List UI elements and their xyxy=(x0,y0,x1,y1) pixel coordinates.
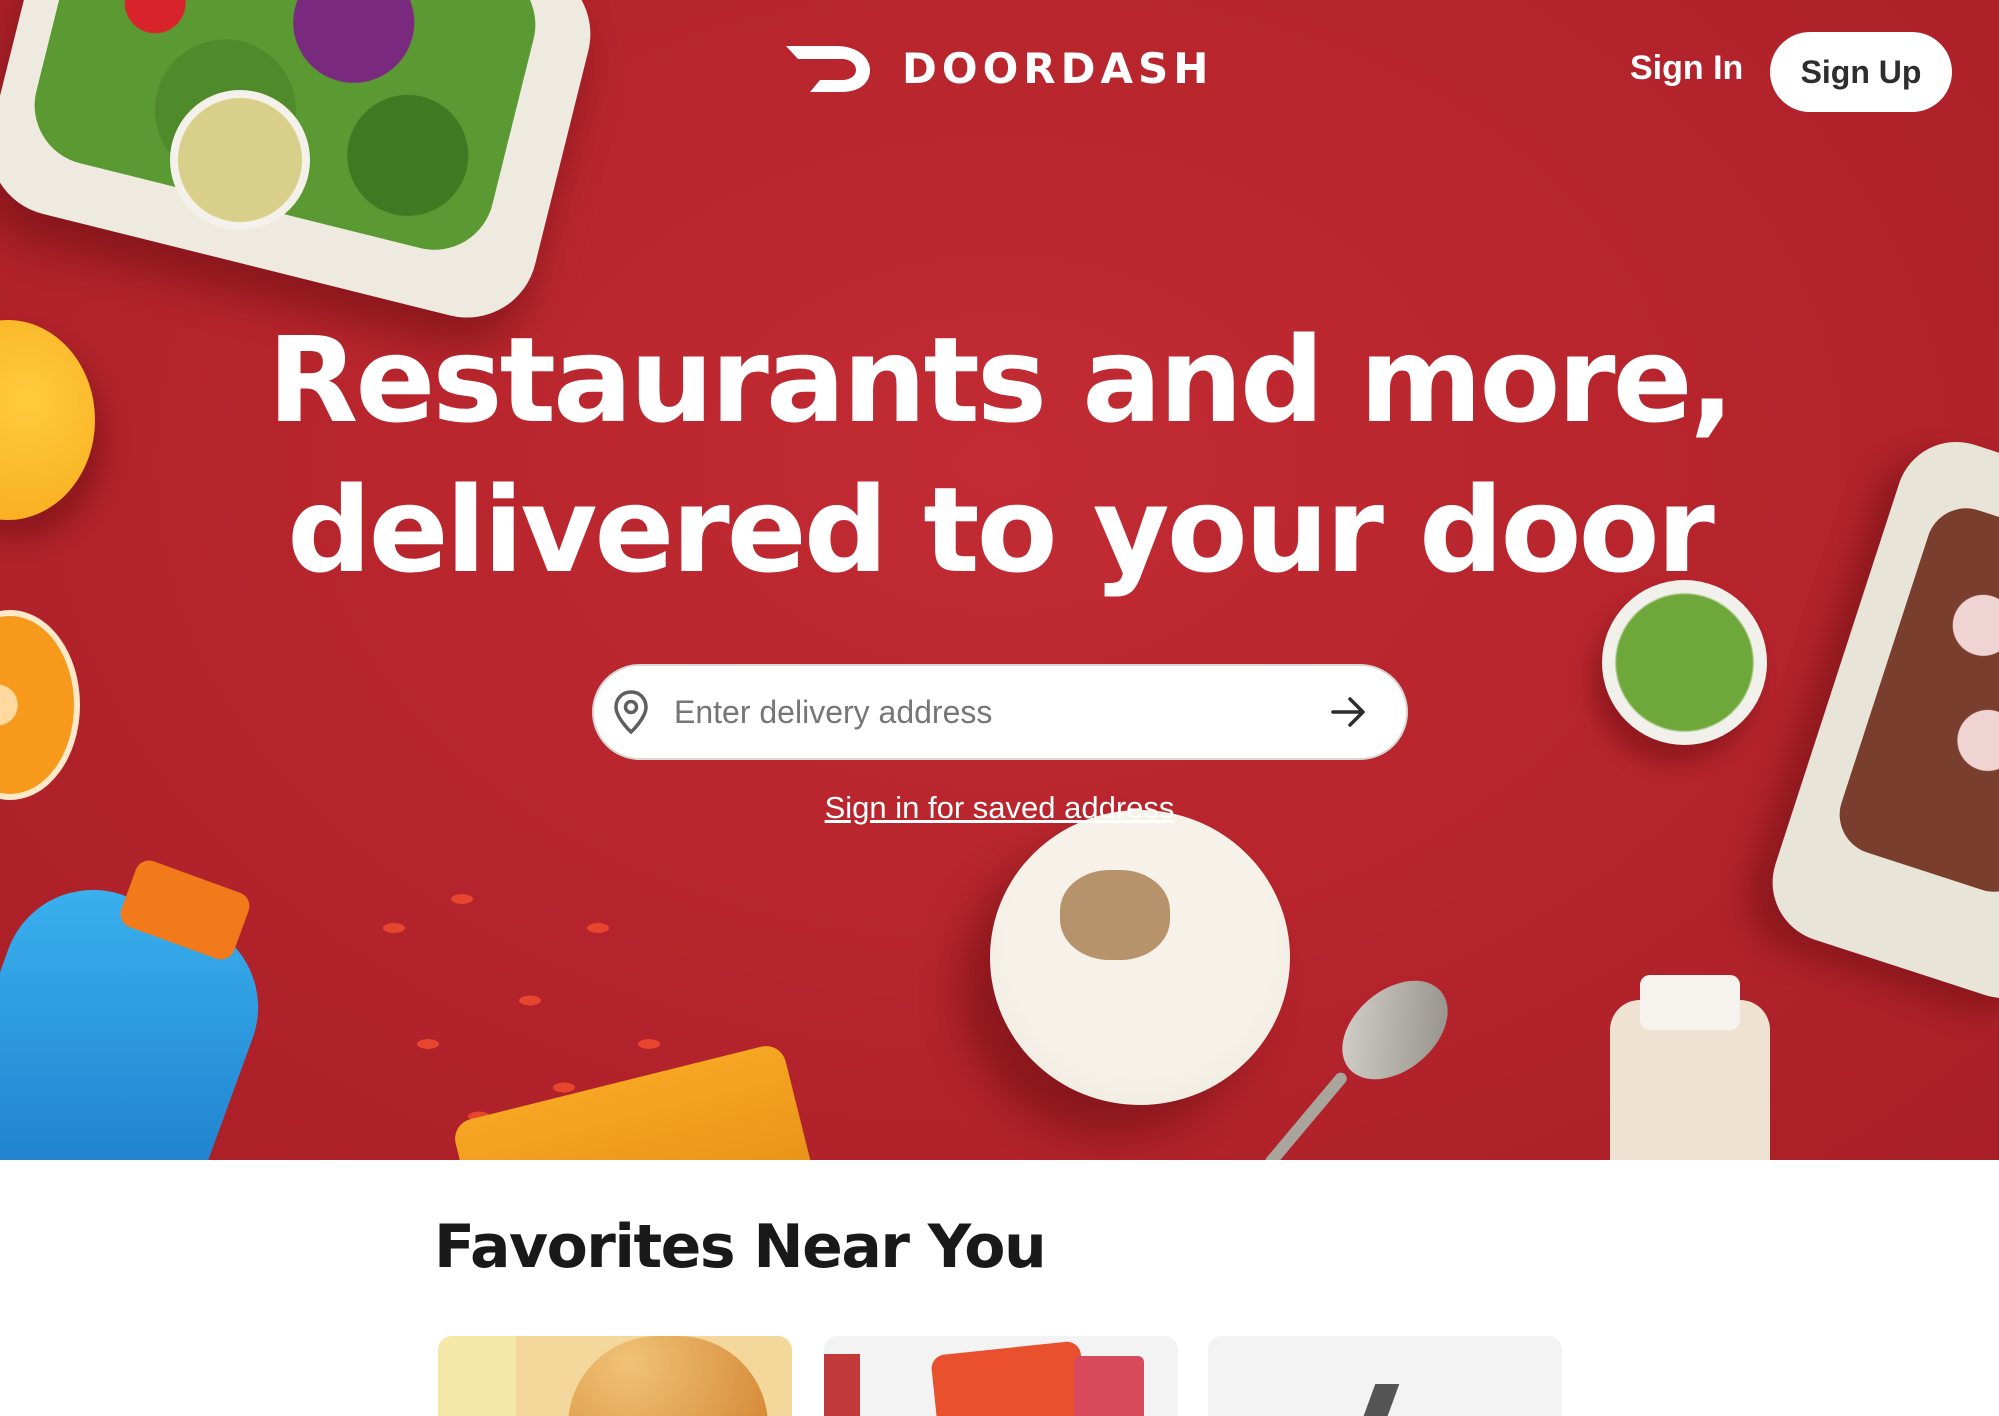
favorite-card-1[interactable] xyxy=(438,1336,792,1416)
milk-cap-image xyxy=(1640,975,1740,1030)
logo-wordmark: DOORDASH xyxy=(902,43,1214,93)
doordash-logo[interactable]: DOORDASH xyxy=(784,42,1213,94)
dressing-cup-image xyxy=(170,90,310,230)
saved-address-link-label[interactable]: Sign in for saved address xyxy=(825,790,1175,825)
favorites-section-title: Favorites Near You xyxy=(434,1212,1047,1282)
snacks-bag-image xyxy=(930,1340,1088,1416)
address-search-box[interactable] xyxy=(592,664,1408,760)
saved-address-link[interactable]: Sign in for saved address xyxy=(0,790,1999,826)
doordash-logo-icon xyxy=(786,46,870,92)
hero-banner: DOORDASH Sign In Sign Up Restaurants and… xyxy=(0,0,1999,1160)
favorite-card-3[interactable] xyxy=(1208,1336,1562,1416)
orange-slice-image xyxy=(0,610,80,800)
store-image xyxy=(1360,1384,1400,1416)
hero-headline: Restaurants and more, delivered to your … xyxy=(0,305,1999,605)
headline-line-1: Restaurants and more, xyxy=(267,311,1735,449)
drink-cup-image xyxy=(824,1354,860,1416)
location-pin-icon xyxy=(614,690,648,735)
arrow-right-icon xyxy=(1331,697,1365,727)
burger-image xyxy=(568,1336,768,1416)
ice-cream-pint-image xyxy=(990,810,1290,1105)
delivery-address-input[interactable] xyxy=(674,672,1314,752)
spoon-handle-image xyxy=(1262,1070,1350,1160)
sign-in-link[interactable]: Sign In xyxy=(1630,49,1743,88)
headline-line-2: delivered to your door xyxy=(287,461,1715,599)
sign-up-button[interactable]: Sign Up xyxy=(1770,32,1952,112)
drink-cup-image xyxy=(1074,1356,1144,1416)
ice-cream-scoop-image xyxy=(1060,870,1170,960)
submit-address-button[interactable] xyxy=(1314,677,1384,747)
favorite-card-2[interactable] xyxy=(824,1336,1178,1416)
